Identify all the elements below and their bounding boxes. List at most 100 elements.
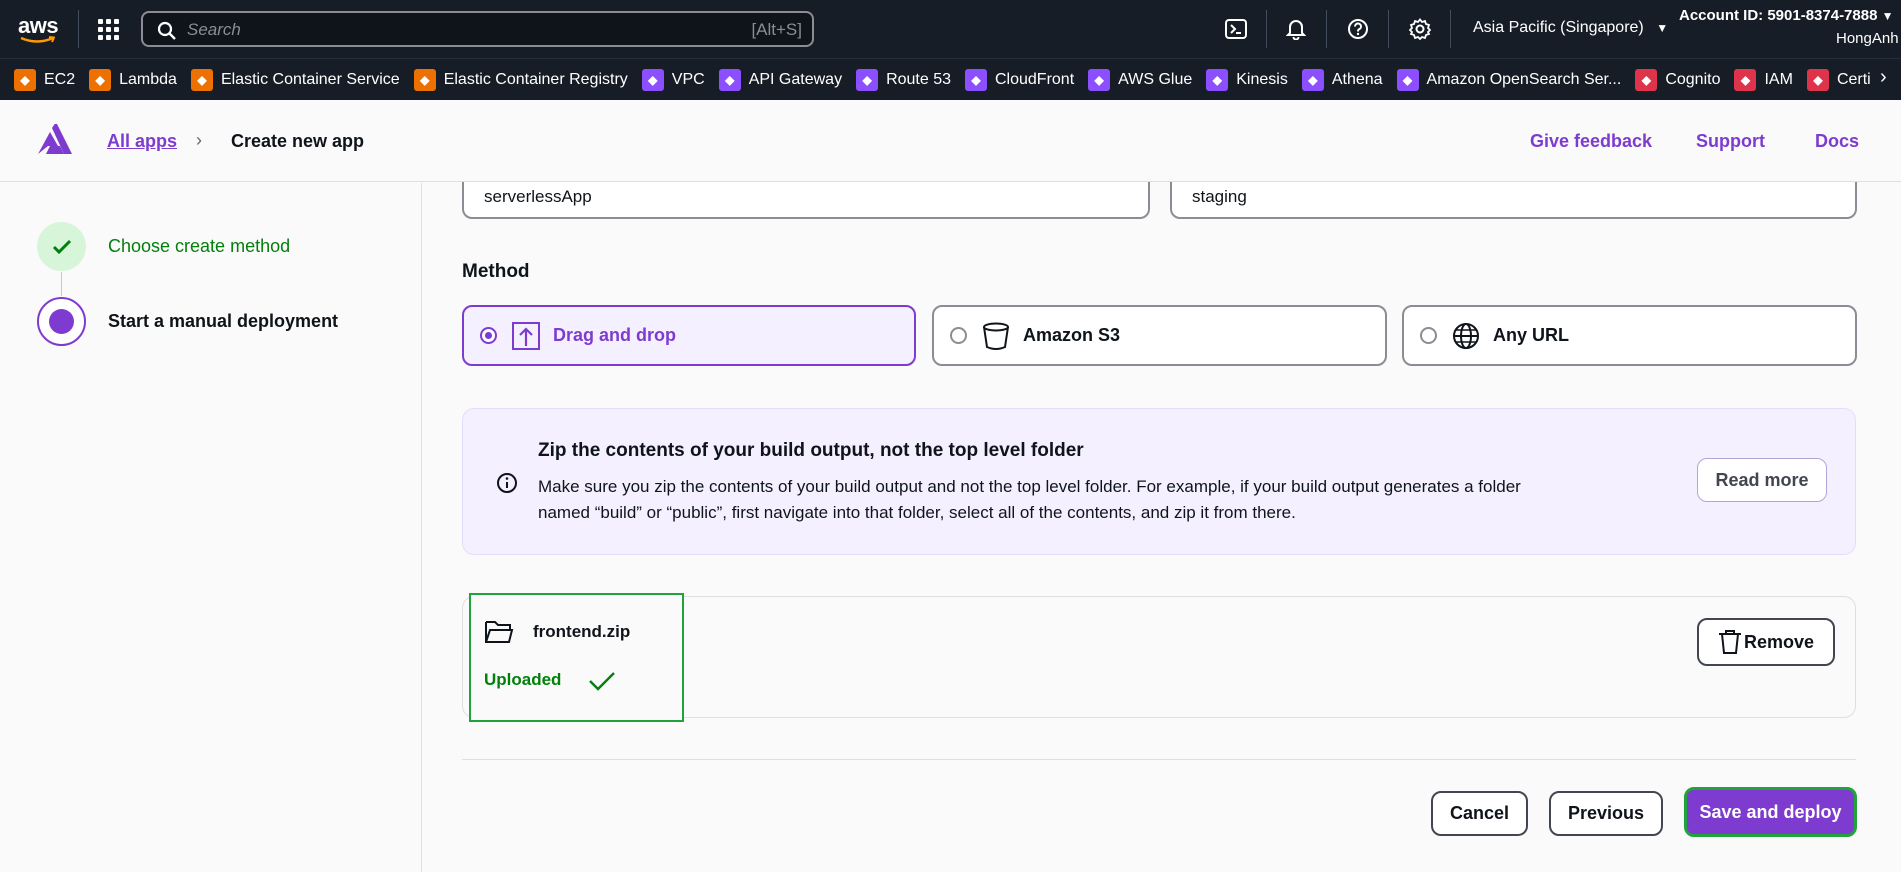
method-any-url-tile[interactable]: Any URL	[1402, 305, 1857, 366]
favorite-label: VPC	[671, 70, 705, 88]
app-name-input[interactable]: serverlessApp	[462, 182, 1150, 219]
upload-status-label: Uploaded	[484, 670, 562, 689]
favorite-lambda[interactable]: ◆ Lambda	[89, 68, 177, 91]
cloudshell-icon[interactable]	[1222, 15, 1250, 43]
save-and-deploy-button[interactable]: Save and deploy	[1684, 787, 1857, 837]
favorite-elastic-container-service[interactable]: ◆ Elastic Container Service	[190, 68, 400, 91]
step-label: Start a manual deployment	[108, 311, 339, 331]
step-start-manual-deployment: Start a manual deployment	[37, 297, 338, 346]
step-choose-create-method[interactable]: Choose create method	[37, 222, 290, 271]
favorites-scroll-right-icon[interactable]: ›	[1880, 66, 1901, 92]
wizard-steps-sidebar	[0, 183, 422, 872]
favorite-route-53[interactable]: ◆ Route 53	[856, 68, 951, 91]
favorite-athena[interactable]: ◆ Athena	[1301, 68, 1383, 91]
file-name: frontend.zip	[533, 622, 631, 641]
check-icon	[52, 239, 71, 254]
search-icon	[157, 21, 176, 40]
kinesis-icon: ◆	[1206, 68, 1229, 91]
breadcrumb-chevron-icon: ›	[196, 130, 202, 150]
region-selector[interactable]: Asia Pacific (Singapore) ▼	[1473, 19, 1668, 37]
radio-unselected[interactable]	[950, 327, 967, 344]
app-name-value: serverlessApp	[484, 187, 592, 206]
nav-divider	[78, 10, 79, 48]
favorites-bar: ◆ EC2 ◆ Lambda ◆ Elastic Container Service ◆ El…	[0, 58, 1901, 100]
folder-icon	[485, 621, 514, 643]
alert-body: Make sure you zip the contents of your b…	[538, 477, 1521, 522]
athena-icon: ◆	[1301, 68, 1324, 91]
cognito-icon: ◆	[1635, 68, 1658, 91]
remove-file-button[interactable]: Remove	[1697, 618, 1835, 666]
search-placeholder: Search	[187, 20, 241, 39]
favorite-label: EC2	[44, 70, 76, 88]
favorite-label: Kinesis	[1236, 70, 1288, 88]
help-icon[interactable]	[1344, 15, 1372, 43]
notifications-bell-icon[interactable]	[1282, 15, 1310, 43]
favorite-vpc[interactable]: ◆ VPC	[641, 68, 705, 91]
previous-button[interactable]: Previous	[1549, 791, 1663, 836]
method-heading: Method	[462, 261, 530, 282]
aws-logo[interactable]: aws	[18, 13, 59, 43]
favorite-certi[interactable]: ◆ Certi	[1806, 68, 1871, 91]
iam-icon: ◆	[1734, 68, 1757, 91]
ecr-icon: ◆	[413, 68, 436, 91]
search-input[interactable]: Search [Alt+S]	[141, 11, 814, 47]
method-drag-and-drop-tile[interactable]: Drag and drop	[462, 305, 916, 366]
favorite-cognito[interactable]: ◆ Cognito	[1635, 68, 1721, 91]
step-current-indicator	[37, 297, 86, 346]
breadcrumb-all-apps[interactable]: All apps	[107, 131, 177, 152]
favorite-kinesis[interactable]: ◆ Kinesis	[1206, 68, 1288, 91]
cloudfront-icon: ◆	[965, 68, 987, 91]
user-name: HongAnh	[1836, 30, 1899, 47]
remove-label: Remove	[1743, 631, 1815, 652]
lambda-icon: ◆	[89, 68, 112, 91]
vpc-icon: ◆	[641, 68, 664, 91]
alert-title: Zip the contents of your build output, n…	[538, 440, 1084, 461]
docs-link[interactable]: Docs	[1815, 131, 1859, 152]
step-complete-indicator	[37, 222, 86, 271]
account-menu[interactable]: Account ID: 5901-8374-7888 ▼	[1679, 7, 1894, 24]
services-menu-icon[interactable]	[96, 17, 120, 41]
settings-gear-icon[interactable]	[1406, 15, 1434, 43]
ec2-icon: ◆	[14, 68, 36, 91]
radio-unselected[interactable]	[1420, 327, 1437, 344]
favorite-label: AWS Glue	[1118, 70, 1193, 88]
footer-divider	[462, 759, 1856, 760]
info-icon	[497, 473, 517, 493]
favorite-amazon-opensearch-ser[interactable]: ◆ Amazon OpenSearch Ser...	[1396, 68, 1621, 91]
radio-selected[interactable]	[480, 327, 497, 344]
favorite-label: Athena	[1331, 70, 1383, 88]
check-icon	[589, 671, 616, 691]
account-id: Account ID: 5901-8374-7888	[1679, 7, 1878, 24]
favorite-label: IAM	[1764, 70, 1793, 88]
amplify-logo-icon[interactable]	[36, 124, 72, 156]
step-label: Choose create method	[108, 236, 291, 256]
favorite-aws-glue[interactable]: ◆ AWS Glue	[1088, 68, 1193, 91]
support-link[interactable]: Support	[1696, 131, 1765, 152]
favorite-iam[interactable]: ◆ IAM	[1734, 68, 1793, 91]
favorite-cloudfront[interactable]: ◆ CloudFront	[965, 68, 1074, 91]
cancel-button[interactable]: Cancel	[1431, 791, 1528, 836]
bucket-icon	[981, 321, 1011, 351]
favorite-elastic-container-registry[interactable]: ◆ Elastic Container Registry	[413, 68, 628, 91]
method-amazon-s3-tile[interactable]: Amazon S3	[932, 305, 1387, 366]
give-feedback-link[interactable]: Give feedback	[1530, 131, 1652, 152]
favorite-api-gateway[interactable]: ◆ API Gateway	[718, 68, 842, 91]
info-alert: Zip the contents of your build output, n…	[462, 408, 1856, 555]
uploaded-file-card	[469, 593, 684, 722]
favorite-ec2[interactable]: ◆ EC2	[14, 68, 76, 91]
branch-name-input[interactable]: staging	[1170, 182, 1857, 219]
search-shortcut: [Alt+S]	[751, 20, 802, 39]
read-more-button[interactable]: Read more	[1697, 458, 1827, 502]
app-header: All apps › Create new app Give feedback …	[0, 100, 1901, 182]
api-gateway-icon: ◆	[718, 68, 741, 91]
globe-icon	[1451, 321, 1481, 351]
route53-icon: ◆	[856, 68, 879, 91]
method-label: Amazon S3	[1023, 325, 1121, 345]
branch-name-value: staging	[1192, 187, 1247, 206]
favorite-label: Certi	[1836, 70, 1871, 88]
glue-icon: ◆	[1088, 68, 1111, 91]
favorite-label: Cognito	[1665, 70, 1721, 88]
caret-down-icon: ▼	[1656, 21, 1669, 35]
method-label: Drag and drop	[553, 325, 677, 345]
favorite-label: Route 53	[886, 70, 951, 88]
